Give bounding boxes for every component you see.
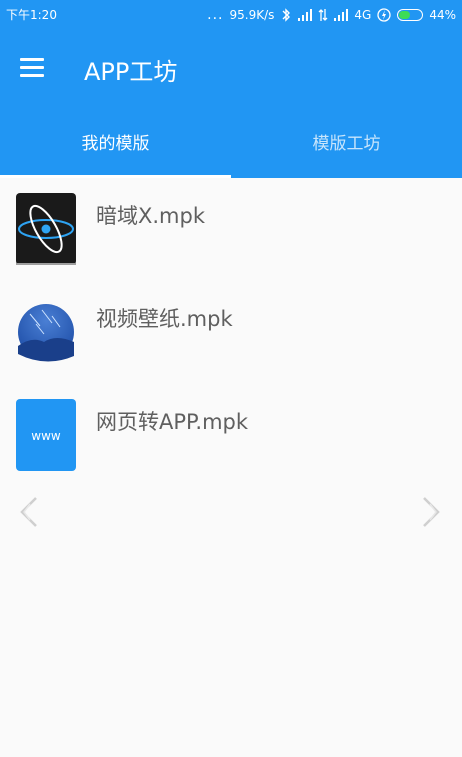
tab-my-templates[interactable]: 我的模版 xyxy=(0,110,231,178)
battery-level: 44% xyxy=(429,8,456,22)
menu-icon[interactable] xyxy=(20,58,44,78)
bluetooth-icon xyxy=(282,8,291,22)
file-name: 暗域X.mpk xyxy=(96,204,206,228)
list-item[interactable]: www 网页转APP.mpk xyxy=(0,384,462,487)
file-list: 暗域X.mpk 视频壁纸.mpk www 网页转APP.mpk xyxy=(0,178,462,487)
net-speed: 95.9K/s xyxy=(229,8,275,22)
orbit-icon xyxy=(16,193,76,265)
app-bar: 下午1:20 ... 95.9K/s 4G 44% APP工坊 我的模版 模版工… xyxy=(0,0,462,178)
chevron-left-icon[interactable] xyxy=(16,494,40,530)
file-name: 视频壁纸.mpk xyxy=(96,307,233,331)
www-icon-label: www xyxy=(31,429,61,443)
signal-icon-2 xyxy=(334,9,349,21)
list-item[interactable]: 暗域X.mpk xyxy=(0,178,462,281)
status-bar: 下午1:20 ... 95.9K/s 4G 44% xyxy=(0,0,462,30)
status-time: 下午1:20 xyxy=(6,8,57,22)
charging-icon xyxy=(377,8,391,22)
meteor-wallpaper-icon xyxy=(18,304,74,362)
www-icon: www xyxy=(16,399,76,471)
list-item[interactable]: 视频壁纸.mpk xyxy=(0,281,462,384)
tab-template-workshop[interactable]: 模版工坊 xyxy=(231,110,462,178)
network-type: 4G xyxy=(354,8,372,22)
toolbar: APP工坊 xyxy=(0,30,462,110)
tab-bar: 我的模版 模版工坊 xyxy=(0,110,462,178)
data-arrows-icon xyxy=(318,9,328,21)
battery-icon xyxy=(397,9,424,21)
page-title: APP工坊 xyxy=(84,58,178,86)
chevron-right-icon[interactable] xyxy=(420,494,444,530)
more-dots: ... xyxy=(207,7,224,23)
file-name: 网页转APP.mpk xyxy=(96,410,249,434)
status-icons: ... 95.9K/s 4G 44% xyxy=(207,0,456,30)
signal-icon xyxy=(298,9,313,21)
